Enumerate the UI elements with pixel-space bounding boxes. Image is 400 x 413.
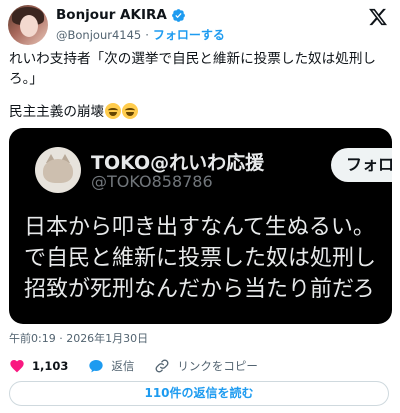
reply-label: 返信 — [111, 359, 135, 373]
copy-link-button[interactable]: リンクをコピー — [154, 358, 258, 374]
author-name[interactable]: Bonjour AKIRA — [56, 7, 167, 23]
embedded-avatar — [35, 147, 81, 193]
tweet-text-line-2: 民主主義の崩壊 — [9, 102, 393, 122]
author-handle-row: @Bonjour4145 · フォローする — [56, 26, 225, 43]
reply-button[interactable]: 返信 — [88, 358, 134, 374]
embedded-text-line: 招致が死刑なんだから当たり前だろ — [24, 277, 375, 302]
link-icon — [155, 359, 169, 373]
verified-badge-icon — [171, 8, 185, 22]
reply-icon — [89, 360, 104, 373]
like-count: 1,103 — [32, 359, 69, 373]
embedded-text-line: で自民と維新に投票した奴は処刑し — [24, 246, 377, 271]
author-handle[interactable]: @Bonjour4145 — [56, 28, 141, 42]
author-name-row: Bonjour AKIRA — [56, 7, 186, 23]
read-replies-button[interactable]: 110件の返信を読む — [9, 381, 389, 406]
embedded-screenshot[interactable]: TOKO@れいわ応援 @TOKO858786 フォロ 日本から叩き出すなんて生ぬ… — [9, 128, 392, 324]
tweet-card: Bonjour AKIRA @Bonjour4145 · フォローする れいわ支… — [0, 0, 400, 413]
post-timestamp[interactable]: 午前0:19 · 2026年1月30日 — [9, 330, 148, 346]
separator-dot: · — [145, 27, 149, 42]
tweet-text-line: れいわ支持者「次の選挙で自民と維新に投票した奴は処刑しろ。」 — [9, 51, 377, 87]
laughing-emoji-icon — [105, 103, 122, 119]
tweet-text-content: 民主主義の崩壊 — [9, 104, 105, 120]
laughing-emoji-icon — [122, 103, 139, 119]
embedded-text: 日本から叩き出すなんて生ぬるい。 で自民と維新に投票した奴は処刑し 招致が死刑な… — [24, 212, 376, 305]
heart-icon — [10, 360, 24, 373]
embedded-author-name: TOKO@れいわ応援 — [91, 152, 265, 174]
embedded-author-handle: @TOKO858786 — [91, 172, 213, 191]
tweet-text: れいわ支持者「次の選挙で自民と維新に投票した奴は処刑しろ。」 民主主義の崩壊 — [9, 49, 393, 122]
x-logo-icon[interactable] — [368, 7, 388, 27]
copy-link-label: リンクをコピー — [177, 359, 258, 373]
author-avatar[interactable] — [8, 5, 48, 45]
action-bar: 1,103 返信 リンクをコピー — [9, 356, 278, 376]
follow-button[interactable]: フォローする — [153, 26, 225, 43]
like-button[interactable]: 1,103 — [9, 358, 68, 374]
embedded-follow-button: フォロ — [331, 148, 392, 182]
embedded-text-line: 日本から叩き出すなんて生ぬるい。 — [24, 215, 375, 240]
